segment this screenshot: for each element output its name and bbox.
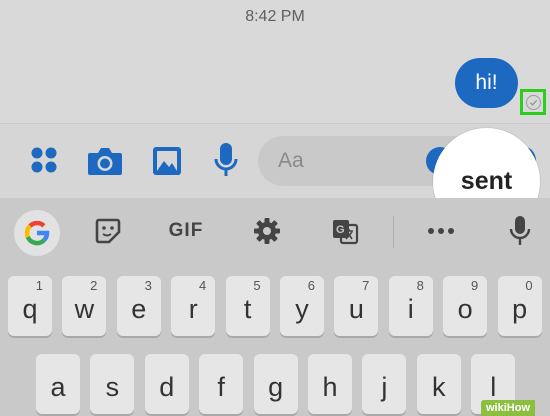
- key-e[interactable]: 3e: [116, 276, 161, 336]
- sticker-icon[interactable]: [94, 217, 122, 245]
- key-number-hint: 2: [90, 278, 98, 293]
- message-bubble[interactable]: hi!: [455, 58, 518, 108]
- key-label: i: [407, 293, 414, 324]
- chat-area: 8:42 PM hi!: [0, 0, 550, 123]
- key-label: w: [74, 293, 95, 324]
- key-label: f: [217, 371, 225, 402]
- watermark: wikiHow: [481, 400, 536, 416]
- key-label: d: [159, 371, 175, 402]
- key-t[interactable]: 5t: [225, 276, 270, 336]
- key-number-hint: 1: [35, 278, 43, 293]
- status-time: 8:42 PM: [245, 8, 305, 25]
- key-number-hint: 4: [198, 278, 207, 293]
- key-s[interactable]: s: [90, 354, 135, 414]
- key-label: u: [348, 293, 364, 324]
- key-number-hint: 3: [144, 278, 152, 293]
- key-number-hint: 8: [416, 278, 424, 293]
- key-number-hint: 7: [362, 278, 370, 293]
- key-label: p: [512, 293, 528, 324]
- gallery-icon[interactable]: [150, 144, 184, 178]
- key-label: l: [490, 371, 497, 402]
- key-label: o: [457, 293, 473, 324]
- key-y[interactable]: 6y: [280, 276, 324, 336]
- settings-icon[interactable]: [252, 216, 282, 246]
- key-r[interactable]: 4r: [171, 276, 216, 336]
- key-a[interactable]: a: [36, 354, 80, 414]
- key-j[interactable]: j: [362, 354, 407, 414]
- key-label: q: [22, 293, 38, 324]
- apps-icon[interactable]: [28, 144, 60, 176]
- more-icon[interactable]: [426, 220, 456, 242]
- keyboard: 1q2w3e4r5t6y7u8i9o0p asdfghjkl: [0, 266, 550, 416]
- message-input[interactable]: [278, 136, 428, 186]
- toolbar-divider: [393, 216, 394, 248]
- gif-icon[interactable]: GIF: [163, 217, 209, 245]
- key-f[interactable]: f: [199, 354, 244, 414]
- key-label: y: [295, 293, 309, 324]
- key-label: s: [105, 371, 120, 402]
- key-h[interactable]: h: [308, 354, 352, 414]
- key-label: k: [432, 371, 446, 402]
- voice-icon[interactable]: [508, 214, 532, 248]
- key-label: e: [131, 293, 147, 324]
- key-label: h: [322, 371, 338, 402]
- key-p[interactable]: 0p: [497, 276, 542, 336]
- key-d[interactable]: d: [144, 354, 189, 414]
- key-q[interactable]: 1q: [8, 276, 52, 336]
- key-w[interactable]: 2w: [62, 276, 107, 336]
- key-label: j: [381, 371, 388, 402]
- key-number-hint: 9: [470, 278, 479, 293]
- translate-icon[interactable]: G: [330, 216, 360, 246]
- camera-icon[interactable]: [86, 144, 124, 178]
- microphone-icon[interactable]: [211, 141, 241, 179]
- key-number-hint: 0: [525, 278, 533, 293]
- key-number-hint: 5: [253, 278, 261, 293]
- key-label: t: [243, 293, 252, 324]
- keyboard-toolbar: GIF G: [0, 198, 550, 266]
- key-k[interactable]: k: [416, 354, 461, 414]
- key-label: r: [188, 293, 198, 324]
- key-i[interactable]: 8i: [388, 276, 433, 336]
- key-u[interactable]: 7u: [334, 276, 379, 336]
- key-label: a: [50, 371, 66, 402]
- svg-text:G: G: [336, 224, 345, 236]
- key-number-hint: 6: [307, 278, 315, 293]
- key-g[interactable]: g: [253, 354, 298, 414]
- sent-check-icon: [520, 89, 546, 115]
- key-label: g: [268, 371, 284, 402]
- google-icon[interactable]: [14, 210, 60, 256]
- key-o[interactable]: 9o: [443, 276, 488, 336]
